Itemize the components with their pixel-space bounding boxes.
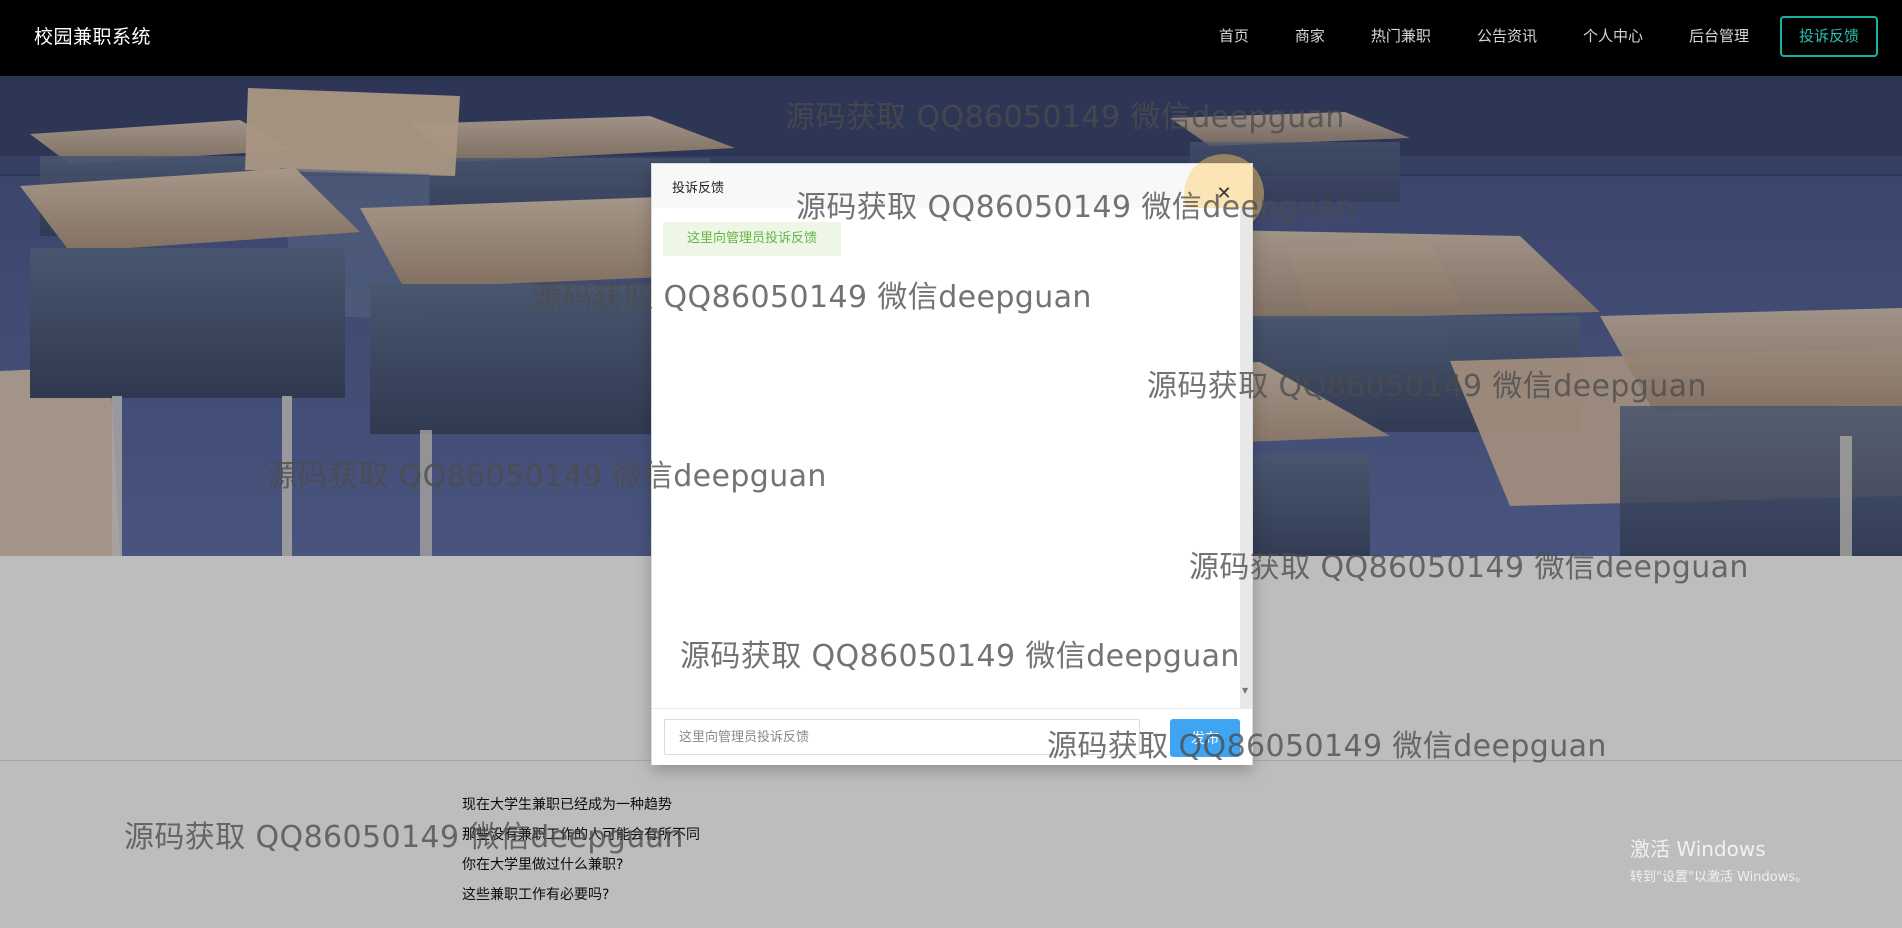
nav-home[interactable]: 首页 [1196, 19, 1272, 54]
nav-announcements[interactable]: 公告资讯 [1454, 19, 1560, 54]
complaint-feedback-modal: 投诉反馈 ✕ 这里向管理员投诉反馈 ▼ 发布 [652, 154, 1264, 765]
scroll-down-icon[interactable]: ▼ [1242, 687, 1250, 695]
modal-title: 投诉反馈 [672, 181, 725, 196]
send-button[interactable]: 发布 [1170, 719, 1240, 757]
feedback-message-area: 这里向管理员投诉反馈 [652, 208, 1240, 708]
modal-footer: 发布 [652, 708, 1252, 765]
feedback-cta-button[interactable]: 投诉反馈 [1779, 16, 1878, 57]
top-navigation-bar: 校园兼职系统 首页 商家 热门兼职 公告资讯 个人中心 后台管理 投诉反馈 [0, 0, 1902, 76]
feedback-tip: 这里向管理员投诉反馈 [663, 222, 841, 256]
nav-hot-jobs[interactable]: 热门兼职 [1348, 19, 1454, 54]
modal-header: 投诉反馈 ✕ [652, 154, 1264, 234]
feedback-input[interactable] [664, 719, 1140, 755]
vertical-scrollbar[interactable] [1240, 208, 1252, 708]
nav-personal-center[interactable]: 个人中心 [1560, 19, 1666, 54]
main-navigation: 首页 商家 热门兼职 公告资讯 个人中心 后台管理 投诉反馈 [1196, 16, 1878, 57]
site-brand[interactable]: 校园兼职系统 [34, 22, 151, 49]
nav-merchants[interactable]: 商家 [1272, 19, 1348, 54]
nav-admin[interactable]: 后台管理 [1666, 19, 1772, 54]
page: 校园兼职系统 首页 商家 热门兼职 公告资讯 个人中心 后台管理 投诉反馈 现在… [0, 0, 1902, 928]
close-icon: ✕ [1216, 183, 1232, 204]
